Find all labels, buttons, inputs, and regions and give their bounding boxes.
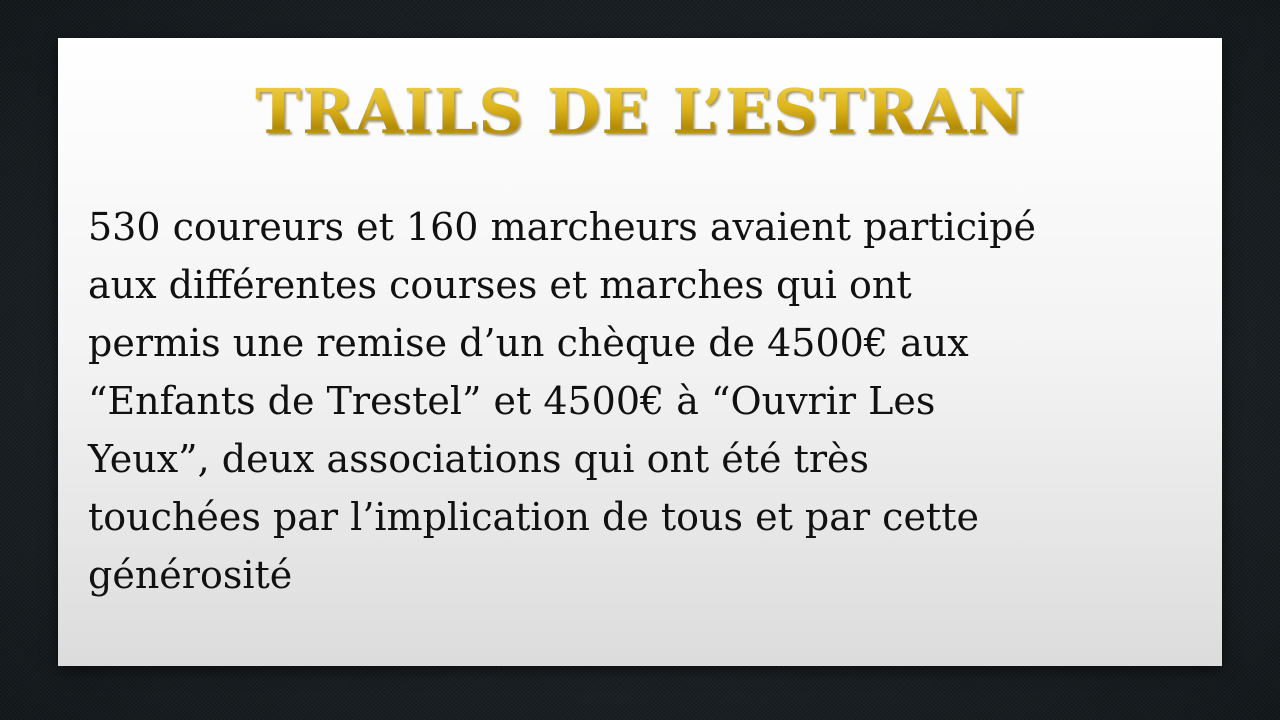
body-line: Yeux”, deux associations qui ont été trè… <box>88 437 870 481</box>
body-line: touchées par l’implication de tous et pa… <box>88 495 979 539</box>
body-line: 530 coureurs et 160 marcheurs avaient pa… <box>88 205 1036 249</box>
slide-title: TRAILS DE L’ESTRAN <box>58 72 1222 152</box>
slide-card: TRAILS DE L’ESTRAN 530 coureurs et 160 m… <box>58 38 1222 666</box>
body-line: aux différentes courses et marches qui o… <box>88 263 912 307</box>
body-line: permis une remise d’un chèque de 4500€ a… <box>88 321 969 365</box>
body-line: “Enfants de Trestel” et 4500€ à “Ouvrir … <box>88 379 936 423</box>
slide-body-text: 530 coureurs et 160 marcheurs avaient pa… <box>88 198 1198 604</box>
body-line: générosité <box>88 553 293 597</box>
